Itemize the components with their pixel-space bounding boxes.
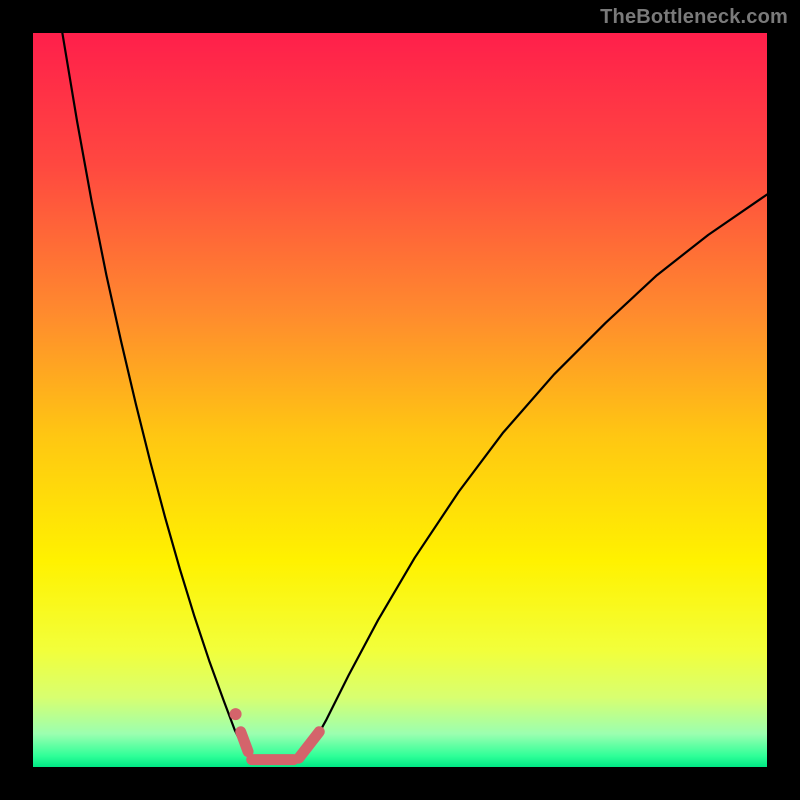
gradient-background (33, 33, 767, 767)
chart-svg (33, 33, 767, 767)
valley-dot (230, 708, 242, 720)
chart-frame: TheBottleneck.com (0, 0, 800, 800)
valley-segments (241, 732, 248, 752)
watermark-text: TheBottleneck.com (600, 6, 788, 29)
plot-area (33, 33, 767, 767)
